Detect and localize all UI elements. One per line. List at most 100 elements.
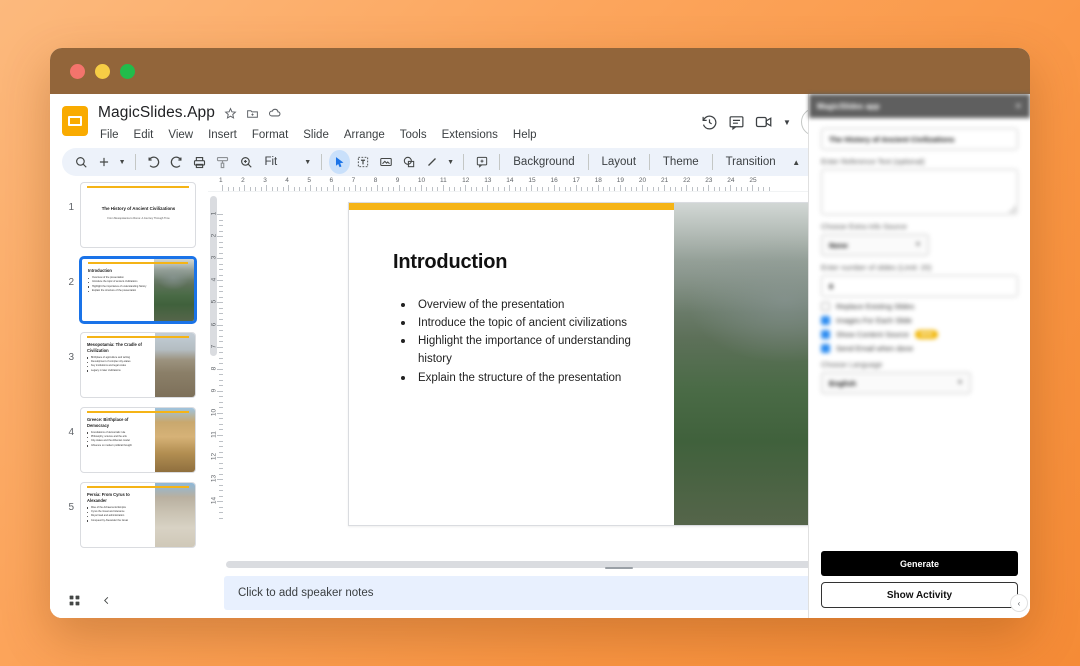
text-box-icon[interactable] [352, 150, 373, 174]
language-select[interactable]: English ▼ [821, 372, 971, 394]
shape-icon[interactable] [399, 150, 420, 174]
list-item[interactable]: 3 Mesopotamia: The Cradle of Civilizatio… [56, 332, 208, 398]
thumb-bullet: Legacy in later civilizations [87, 369, 150, 373]
menu-arrange[interactable]: Arrange [342, 128, 387, 142]
line-icon[interactable] [422, 150, 443, 174]
zoom-fit-label[interactable]: Fit [258, 156, 283, 168]
checkbox-show-content-source[interactable]: Show Content Source NEW [821, 330, 1018, 339]
menu-edit[interactable]: Edit [132, 128, 156, 142]
thumbnail-list: 1 The History of Ancient Civilizations F… [50, 182, 208, 582]
list-item[interactable]: 2 Introduction Overview of the presentat… [56, 257, 208, 323]
ruler-tick-label: 22 [683, 177, 690, 184]
checkbox-icon[interactable] [821, 302, 830, 311]
select-icon[interactable] [329, 150, 350, 174]
generate-button[interactable]: Generate [821, 551, 1018, 576]
ruler-tick-label: 12 [462, 177, 469, 184]
list-item[interactable]: 1 The History of Ancient Civilizations F… [56, 182, 208, 248]
ruler-tick-label: 14 [506, 177, 513, 184]
checkbox-send-email-when-done[interactable]: Send Email when done [821, 344, 1018, 353]
menu-help[interactable]: Help [511, 128, 539, 142]
persia-amphitheater-photo [155, 483, 195, 547]
slide-count-input[interactable]: 8 [821, 275, 1018, 297]
zoom-dropdown-icon[interactable]: ▼ [301, 150, 314, 174]
paint-format-icon[interactable] [212, 150, 233, 174]
comment-icon[interactable] [728, 114, 745, 131]
thumb-title: Mesopotamia: The Cradle of Civilization [87, 342, 150, 353]
language-label: Choose Language [821, 360, 1018, 369]
list-item[interactable]: 4 Greece: Birthplace of Democracy Founda… [56, 407, 208, 473]
reference-text-input[interactable] [821, 169, 1018, 215]
new-slide-dropdown-icon[interactable]: ▼ [116, 150, 127, 174]
chevron-up-icon[interactable]: ▲ [786, 150, 807, 174]
insert-image-icon[interactable] [375, 150, 396, 174]
sidebar-collapse-button[interactable]: ‹ [1010, 594, 1028, 612]
checkbox-icon[interactable] [821, 330, 830, 339]
grid-view-icon[interactable] [68, 594, 81, 607]
video-call-dropdown-icon[interactable]: ▼ [783, 118, 791, 127]
ruler-tick-label: 2 [241, 177, 245, 184]
checkbox-replace-existing-slides[interactable]: Replace Existing Slides [821, 302, 1018, 311]
ruler-tick-label: 20 [639, 177, 646, 184]
slides-doc-icon [62, 106, 88, 136]
slide-thumbnail-1[interactable]: The History of Ancient Civilizations Fro… [80, 182, 196, 248]
extra-info-select[interactable]: None ▼ [821, 234, 929, 256]
checkbox-icon[interactable] [821, 344, 830, 353]
slide-bullet: Overview of the presentation [393, 296, 648, 314]
ruler-tick-label: 21 [661, 177, 668, 184]
menu-insert[interactable]: Insert [206, 128, 239, 142]
checkbox-images-for-each-slide[interactable]: Images For Each Slide [821, 316, 1018, 325]
theme-button[interactable]: Theme [657, 156, 705, 168]
video-call-icon[interactable] [755, 115, 773, 129]
menu-view[interactable]: View [166, 128, 195, 142]
version-history-icon[interactable] [701, 114, 718, 131]
slide-thumbnail-3[interactable]: Mesopotamia: The Cradle of Civilization … [80, 332, 196, 398]
star-icon[interactable] [224, 107, 237, 120]
slide-filmstrip: 1 The History of Ancient Civilizations F… [50, 176, 208, 618]
chevron-left-icon[interactable] [101, 595, 112, 606]
undo-icon[interactable] [143, 150, 164, 174]
checkbox-icon[interactable] [821, 316, 830, 325]
redo-icon[interactable] [166, 150, 187, 174]
filmstrip-footer [50, 582, 208, 618]
slide-title[interactable]: Introduction [393, 251, 648, 274]
background-button[interactable]: Background [507, 156, 580, 168]
slide-body-list[interactable]: Overview of the presentation Introduce t… [393, 296, 648, 387]
slide-thumbnail-2[interactable]: Introduction Overview of the presentatio… [80, 257, 196, 323]
cloud-saved-icon[interactable] [268, 106, 282, 120]
menu-file[interactable]: File [98, 128, 121, 142]
browser-window: MagicSlides.App File Edit View Insert [50, 48, 1030, 618]
slide-number: 1 [56, 182, 74, 213]
ruler-tick-label: 9 [396, 177, 400, 184]
menu-slide[interactable]: Slide [301, 128, 331, 142]
transition-button[interactable]: Transition [720, 156, 782, 168]
sidebar-header: MagicSlides app ✕ [809, 94, 1030, 118]
close-icon[interactable]: ✕ [1014, 101, 1022, 112]
slide-number: 2 [56, 257, 74, 288]
window-minimize-button[interactable] [95, 64, 110, 79]
thumb-title: Introduction [88, 268, 149, 274]
notes-resize-handle[interactable] [605, 567, 633, 569]
zoom-icon[interactable] [235, 150, 256, 174]
menu-tools[interactable]: Tools [398, 128, 429, 142]
language-value: English [829, 379, 856, 388]
add-comment-icon[interactable] [471, 150, 492, 174]
move-to-folder-icon[interactable] [246, 107, 259, 120]
menu-format[interactable]: Format [250, 128, 290, 142]
document-title[interactable]: MagicSlides.App [98, 104, 215, 122]
ruler-tick-label: 3 [263, 177, 267, 184]
window-close-button[interactable] [70, 64, 85, 79]
menu-extensions[interactable]: Extensions [440, 128, 500, 142]
print-icon[interactable] [189, 150, 210, 174]
new-slide-icon[interactable] [93, 150, 114, 174]
extra-info-value: None [829, 241, 848, 250]
slide-thumbnail-5[interactable]: Persia: From Cyrus to Alexander Rise of … [80, 482, 196, 548]
search-icon[interactable] [70, 150, 91, 174]
topic-input[interactable]: The History of Ancient Civilizations [821, 128, 1018, 150]
layout-button[interactable]: Layout [596, 156, 643, 168]
line-dropdown-icon[interactable]: ▼ [445, 150, 456, 174]
slide-thumbnail-4[interactable]: Greece: Birthplace of Democracy Foundati… [80, 407, 196, 473]
ruler-tick-label: 5 [307, 177, 311, 184]
list-item[interactable]: 5 Persia: From Cyrus to Alexander Rise o… [56, 482, 208, 548]
window-maximize-button[interactable] [120, 64, 135, 79]
show-activity-button[interactable]: Show Activity [821, 582, 1018, 608]
